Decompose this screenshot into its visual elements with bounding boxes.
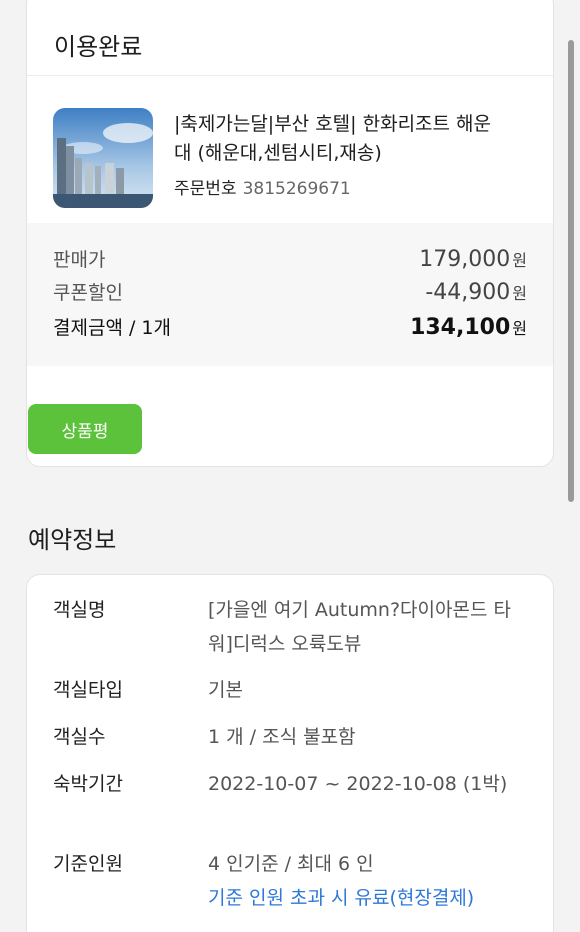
order-card: 이용완료 |축제가는달|부산 호텔| 한화리조트 해운대 (해운대,센텀시티,재… <box>26 0 554 467</box>
info-key: 객실수 <box>53 726 106 748</box>
price-label: 판매가 <box>53 249 106 271</box>
order-status: 이용완료 <box>54 33 143 61</box>
price-value: 179,000 <box>419 247 511 272</box>
order-number-label: 주문번호 <box>174 179 237 199</box>
info-row-room-count: 객실수 1 개 / 조식 불포함 <box>53 720 533 754</box>
price-unit: 원 <box>512 319 527 338</box>
scrollbar[interactable] <box>568 40 574 502</box>
extra-charge-note: 기준 인원 초과 시 유료(현장결제) <box>208 887 475 909</box>
product-thumbnail[interactable] <box>53 108 153 208</box>
info-value: 기본 <box>208 679 243 701</box>
price-row-sale: 판매가 179,000 원 <box>53 245 527 272</box>
price-value: -44,900 <box>425 280 511 305</box>
price-unit: 원 <box>512 284 527 303</box>
order-number-line: 주문번호 3815269671 <box>174 174 351 199</box>
info-value: 2022-10-07 ~ 2022-10-08 (1박) <box>208 773 508 795</box>
price-label: 쿠폰할인 <box>53 282 123 304</box>
price-unit: 원 <box>512 251 527 270</box>
reservation-card: 객실명 [가을엔 여기 Autumn?다이아몬드 타워]디럭스 오륙도뷰 객실타… <box>26 574 554 932</box>
product-summary[interactable]: |축제가는달|부산 호텔| 한화리조트 해운대 (해운대,센텀시티,재송) 주문… <box>27 76 553 223</box>
price-row-coupon: 쿠폰할인 -44,900 원 <box>53 278 527 305</box>
price-label: 결제금액 / 1개 <box>53 317 171 339</box>
info-key: 객실명 <box>53 599 106 621</box>
price-row-total: 결제금액 / 1개 134,100 원 <box>53 313 527 340</box>
reservation-title: 예약정보 <box>28 526 117 554</box>
info-row-room-type: 객실타입 기본 <box>53 673 533 707</box>
status-header: 이용완료 <box>27 0 553 76</box>
price-summary: 판매가 179,000 원 쿠폰할인 -44,900 원 결제금액 / 1개 134… <box>27 223 553 366</box>
product-name[interactable]: |축제가는달|부산 호텔| 한화리조트 해운대 (해운대,센텀시티,재송) <box>174 110 494 168</box>
info-row-occupancy: 기준인원 4 인기준 / 최대 6 인 기준 인원 초과 시 유료(현장결제) <box>53 847 533 915</box>
info-row-stay-period: 숙박기간 2022-10-07 ~ 2022-10-08 (1박) <box>53 767 533 801</box>
order-number: 3815269671 <box>242 179 351 199</box>
info-key: 객실타입 <box>53 679 123 701</box>
info-value: [가을엔 여기 Autumn?다이아몬드 타워]디럭스 오륙도뷰 <box>208 599 511 655</box>
info-key: 숙박기간 <box>53 773 123 795</box>
info-value-group: 4 인기준 / 최대 6 인 기준 인원 초과 시 유료(현장결제) <box>208 847 533 915</box>
info-key: 기준인원 <box>53 853 123 875</box>
price-value: 134,100 <box>410 315 511 340</box>
review-button[interactable]: 상품평 <box>28 404 142 454</box>
info-value: 4 인기준 / 최대 6 인 <box>208 853 374 875</box>
info-value: 1 개 / 조식 불포함 <box>208 726 356 748</box>
info-row-room-name: 객실명 [가을엔 여기 Autumn?다이아몬드 타워]디럭스 오륙도뷰 <box>53 593 533 661</box>
